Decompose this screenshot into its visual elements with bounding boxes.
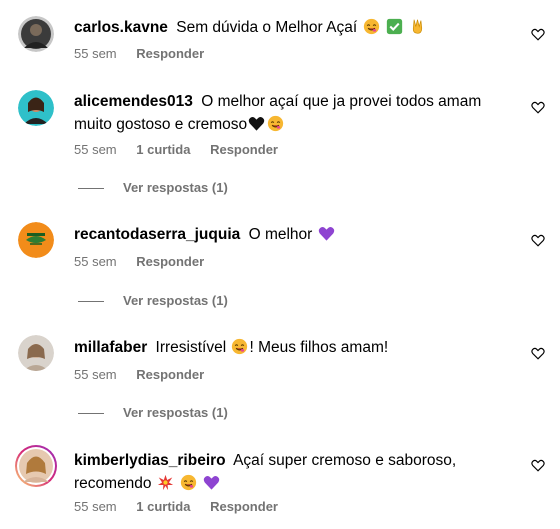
comment-username[interactable]: millafaber (74, 339, 147, 356)
comment-text: kimberlydias_ribeiro Açaí super cremoso … (74, 449, 494, 495)
view-replies-button[interactable]: Ver respostas (1) (78, 405, 228, 420)
comment-time: 55 sem (74, 46, 117, 61)
like-heart-icon[interactable] (531, 459, 545, 472)
smiling-face-icon (268, 115, 284, 132)
like-heart-icon[interactable] (531, 234, 545, 247)
comment-time: 55 sem (74, 367, 117, 382)
purple-heart-icon (204, 475, 220, 490)
comment-body: Sem dúvida o Melhor Açaí (176, 19, 358, 36)
comment-meta: 55 sem Responder (74, 254, 220, 269)
comment-meta: 55 sem 1 curtida Responder (74, 142, 294, 157)
comment-time: 55 sem (74, 142, 117, 157)
avatar[interactable] (18, 90, 54, 126)
like-heart-icon[interactable] (531, 347, 545, 360)
black-heart-icon (248, 116, 265, 131)
view-replies-label[interactable]: Ver respostas (1) (123, 180, 228, 195)
purple-heart-icon (318, 226, 334, 241)
avatar[interactable] (18, 335, 54, 371)
comment-time: 55 sem (74, 499, 117, 514)
reply-button[interactable]: Responder (136, 254, 204, 269)
comment-meta: 55 sem 1 curtida Responder (74, 499, 294, 514)
comment-username[interactable]: carlos.kavne (74, 19, 168, 36)
smiling-face-icon (363, 18, 379, 35)
replies-divider-line (78, 301, 104, 303)
comment-text: carlos.kavne Sem dúvida o Melhor Açaí (74, 16, 494, 39)
replies-divider-line (78, 413, 104, 415)
victory-hand-icon (413, 19, 423, 34)
comment-username[interactable]: recantodaserra_juquia (74, 226, 240, 243)
comment-time: 55 sem (74, 254, 117, 269)
avatar[interactable] (18, 16, 54, 52)
view-replies-button[interactable]: Ver respostas (1) (78, 180, 228, 195)
comment-meta: 55 sem Responder (74, 46, 220, 61)
comment-body-end: ! Meus filhos amam! (249, 339, 389, 356)
comment-text: millafaber Irresistível ! Meus filhos am… (74, 336, 494, 359)
comment-username[interactable]: kimberlydias_ribeiro (74, 452, 226, 469)
comment-body-start: Irresistível (155, 339, 227, 356)
avatar[interactable] (14, 444, 58, 488)
view-replies-label[interactable]: Ver respostas (1) (123, 405, 228, 420)
reply-button[interactable]: Responder (210, 142, 278, 157)
like-heart-icon[interactable] (531, 101, 545, 114)
avatar[interactable] (18, 222, 54, 258)
reply-button[interactable]: Responder (210, 499, 278, 514)
view-replies-button[interactable]: Ver respostas (1) (78, 293, 228, 308)
comment-body: O melhor (248, 226, 313, 243)
likes-count[interactable]: 1 curtida (136, 499, 190, 514)
comment-meta: 55 sem Responder (74, 367, 220, 382)
like-heart-icon[interactable] (531, 28, 545, 41)
likes-count[interactable]: 1 curtida (136, 142, 190, 157)
collision-icon (157, 474, 174, 491)
comment-text: alicemendes013 O melhor açaí que ja prov… (74, 90, 494, 136)
replies-divider-line (78, 188, 104, 190)
comment-text: recantodaserra_juquia O melhor (74, 223, 494, 246)
reply-button[interactable]: Responder (136, 46, 204, 61)
smiling-face-icon (232, 338, 248, 355)
reply-button[interactable]: Responder (136, 367, 204, 382)
comment-username[interactable]: alicemendes013 (74, 93, 193, 110)
smiling-face-icon (181, 474, 197, 491)
view-replies-label[interactable]: Ver respostas (1) (123, 293, 228, 308)
check-mark-button-icon (386, 18, 402, 35)
